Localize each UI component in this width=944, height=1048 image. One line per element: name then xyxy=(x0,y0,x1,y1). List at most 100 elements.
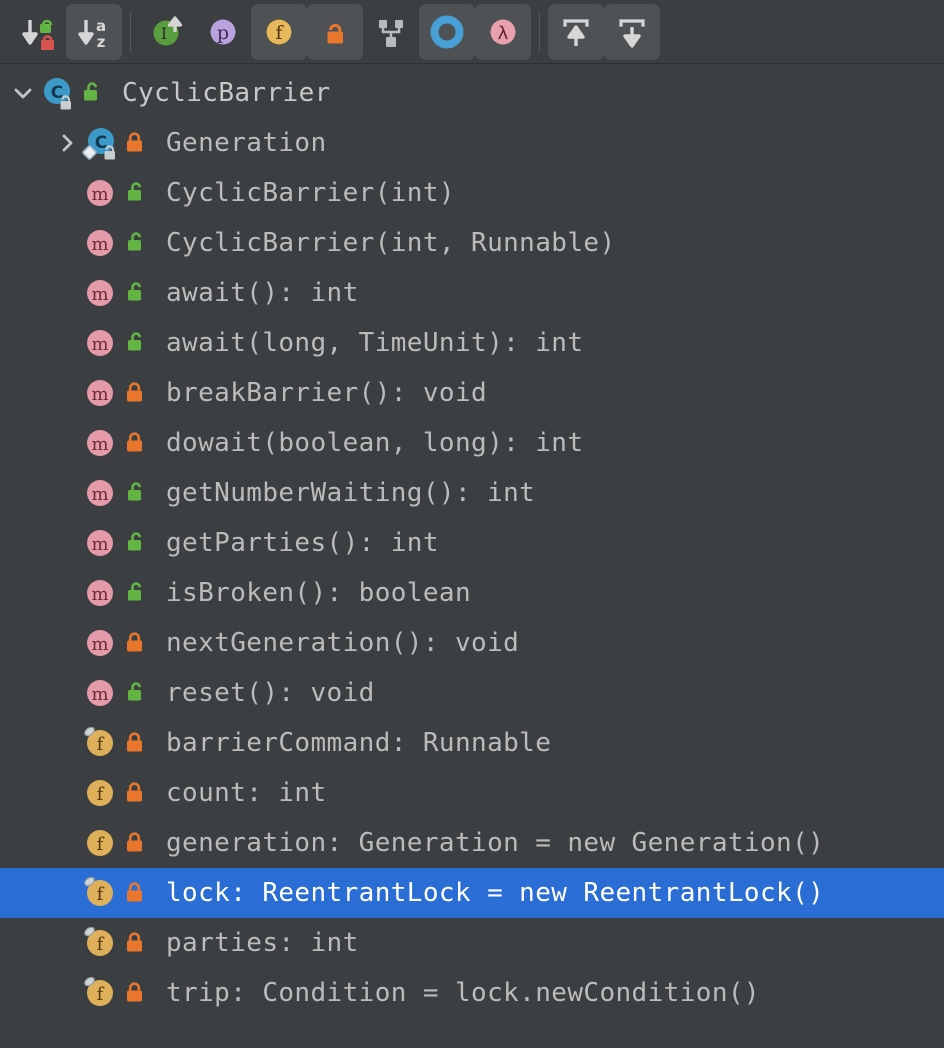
chevron-right-icon[interactable] xyxy=(54,130,80,156)
tree-row-label: CyclicBarrier xyxy=(122,78,331,108)
tree-row-label: barrierCommand: Runnable xyxy=(166,728,552,758)
tree-row[interactable]: m await(long, TimeUnit): int xyxy=(0,318,944,368)
show-hierarchy-button[interactable] xyxy=(363,4,419,60)
tree-row[interactable]: m await(): int xyxy=(0,268,944,318)
tree-row[interactable]: m getNumberWaiting(): int xyxy=(0,468,944,518)
private-lock-icon xyxy=(122,630,148,656)
field-icon: f xyxy=(80,973,120,1013)
tree-row-label: isBroken(): boolean xyxy=(166,578,472,608)
tree-row-label: CyclicBarrier(int) xyxy=(166,178,455,208)
public-lock-icon xyxy=(78,80,104,106)
expand-all-icon xyxy=(556,12,596,52)
tree-row[interactable]: f count: int xyxy=(0,768,944,818)
show-inherited-button[interactable]: I xyxy=(139,4,195,60)
private-lock-icon xyxy=(122,430,148,456)
tree-row-label: trip: Condition = lock.newCondition() xyxy=(166,978,760,1008)
show-non-public-button[interactable] xyxy=(307,3,363,60)
twisty-placeholder xyxy=(54,730,80,756)
private-lock-icon xyxy=(122,830,148,856)
tree-row[interactable]: m CyclicBarrier(int) xyxy=(0,168,944,218)
toolbar-separator xyxy=(539,11,540,52)
twisty-placeholder xyxy=(54,180,80,206)
svg-text:m: m xyxy=(91,584,108,605)
svg-text:C: C xyxy=(95,133,107,153)
method-icon: m xyxy=(80,223,120,263)
properties-icon: p xyxy=(203,12,243,52)
tree-row-label: await(long, TimeUnit): int xyxy=(166,328,584,358)
tree-row[interactable]: m CyclicBarrier(int, Runnable) xyxy=(0,218,944,268)
private-lock-icon xyxy=(122,980,148,1006)
method-icon: m xyxy=(80,673,120,713)
svg-text:m: m xyxy=(91,534,108,555)
show-anonymous-classes-button[interactable] xyxy=(419,3,475,60)
non-public-icon xyxy=(315,12,355,52)
tree-row[interactable]: m isBroken(): boolean xyxy=(0,568,944,618)
tree-row-selected[interactable]: f lock: ReentrantLock = new ReentrantLock… xyxy=(0,868,944,918)
svg-text:m: m xyxy=(91,234,108,255)
twisty-placeholder xyxy=(54,480,80,506)
tree-row[interactable]: f trip: Condition = lock.newCondition() xyxy=(0,968,944,1018)
tree-row[interactable]: m getParties(): int xyxy=(0,518,944,568)
tree-row-label: count: int xyxy=(166,778,327,808)
public-lock-icon xyxy=(122,330,148,356)
svg-text:p: p xyxy=(217,22,229,44)
public-lock-icon xyxy=(122,280,148,306)
public-lock-icon xyxy=(122,580,148,606)
tree-row[interactable]: f generation: Generation = new Generation… xyxy=(0,818,944,868)
tree-row[interactable]: C Generation xyxy=(0,118,944,168)
private-lock-icon xyxy=(122,880,148,906)
twisty-placeholder xyxy=(54,230,80,256)
method-icon: m xyxy=(80,473,120,513)
collapse-all-button[interactable] xyxy=(604,3,660,60)
structure-toolbar: az Ip f λ xyxy=(0,0,944,64)
private-lock-icon xyxy=(122,730,148,756)
twisty-placeholder xyxy=(54,830,80,856)
tree-row-label: getParties(): int xyxy=(166,528,439,558)
svg-text:m: m xyxy=(91,484,108,505)
public-lock-icon xyxy=(122,680,148,706)
sort-alphabetically-button[interactable]: az xyxy=(66,3,122,60)
tree-row-label: Generation xyxy=(166,128,327,158)
svg-text:m: m xyxy=(91,434,108,455)
chevron-down-icon[interactable] xyxy=(10,80,36,106)
tree-row[interactable]: m reset(): void xyxy=(0,668,944,718)
show-lambdas-button[interactable]: λ xyxy=(475,3,531,60)
field-icon: f xyxy=(80,773,120,813)
structure-tool-window: az Ip f λ C CyclicBarrier C Generation m CyclicB… xyxy=(0,0,944,1048)
twisty-placeholder xyxy=(54,580,80,606)
method-icon: m xyxy=(80,273,120,313)
tree-row-label: CyclicBarrier(int, Runnable) xyxy=(166,228,616,258)
private-lock-icon xyxy=(122,780,148,806)
twisty-placeholder xyxy=(54,280,80,306)
tree-row-label: breakBarrier(): void xyxy=(166,378,488,408)
inherited-members-icon: I xyxy=(147,12,187,52)
tree-row[interactable]: f parties: int xyxy=(0,918,944,968)
toolbar-separator xyxy=(130,11,131,52)
method-icon: m xyxy=(80,523,120,563)
expand-all-button[interactable] xyxy=(548,3,604,60)
tree-row[interactable]: m nextGeneration(): void xyxy=(0,618,944,668)
tree-row[interactable]: m breakBarrier(): void xyxy=(0,368,944,418)
tree-row[interactable]: C CyclicBarrier xyxy=(0,68,944,118)
method-icon: m xyxy=(80,423,120,463)
svg-text:I: I xyxy=(161,24,167,43)
hierarchy-icon xyxy=(371,12,411,52)
tree-row-label: dowait(boolean, long): int xyxy=(166,428,584,458)
structure-tree[interactable]: C CyclicBarrier C Generation m CyclicBarrier(… xyxy=(0,64,944,1048)
tree-row-label: lock: ReentrantLock = new ReentrantLock(… xyxy=(166,878,825,908)
show-fields-button[interactable]: f xyxy=(251,3,307,60)
tree-row-label: parties: int xyxy=(166,928,359,958)
public-lock-icon xyxy=(122,230,148,256)
private-lock-icon xyxy=(122,930,148,956)
tree-row[interactable]: f barrierCommand: Runnable xyxy=(0,718,944,768)
twisty-placeholder xyxy=(54,980,80,1006)
public-lock-icon xyxy=(122,480,148,506)
twisty-placeholder xyxy=(54,680,80,706)
sort-visibility-icon xyxy=(18,12,58,52)
tree-row[interactable]: m dowait(boolean, long): int xyxy=(0,418,944,468)
method-icon: m xyxy=(80,173,120,213)
show-properties-button[interactable]: p xyxy=(195,4,251,60)
twisty-placeholder xyxy=(54,430,80,456)
twisty-placeholder xyxy=(54,780,80,806)
sort-by-visibility-button[interactable] xyxy=(10,4,66,60)
